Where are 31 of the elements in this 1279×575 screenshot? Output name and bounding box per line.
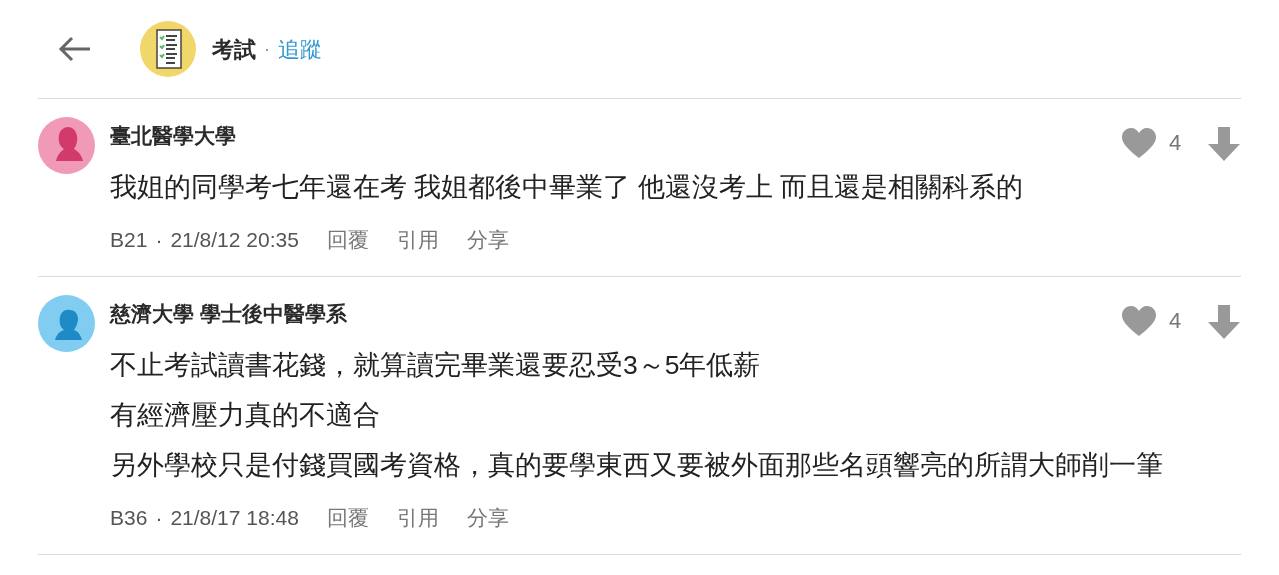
- comment-text: 不止考試讀書花錢，就算讀完畢業還要忍受3～5年低薪: [110, 349, 762, 382]
- action-link[interactable]: 回覆: [326, 220, 369, 260]
- like-count: 4: [1167, 129, 1183, 157]
- comment-text: 有經濟壓力真的不適合: [110, 399, 381, 432]
- avatar-icon[interactable]: [38, 295, 95, 352]
- heart-icon[interactable]: [1121, 305, 1157, 337]
- action-link[interactable]: 引用: [396, 498, 439, 538]
- post-time: 21/8/12 20:35: [170, 227, 299, 253]
- action-link[interactable]: 分享: [466, 498, 509, 538]
- action-link[interactable]: 回覆: [326, 498, 369, 538]
- checklist-icon: [140, 21, 196, 77]
- like-count: 4: [1167, 307, 1183, 335]
- floor-number: B21: [110, 227, 148, 253]
- separator-dot: ·: [155, 505, 163, 531]
- comment-text: 另外學校只是付錢買國考資格，真的要學東西又要被外面那些名頭響亮的所謂大師削一筆: [110, 449, 1164, 482]
- back-icon[interactable]: [58, 36, 92, 62]
- action-link[interactable]: 分享: [466, 220, 509, 260]
- floor-number: B36: [110, 505, 148, 531]
- follow-link[interactable]: 追蹤: [278, 32, 322, 66]
- separator-dot: ·: [264, 37, 270, 61]
- comment-text: 我姐的同學考七年還在考 我姐都後中畢業了 他還沒考上 而且還是相關科系的: [110, 171, 1025, 204]
- author-name[interactable]: 慈濟大學 學士後中醫學系: [110, 299, 1121, 329]
- avatar-icon[interactable]: [38, 117, 95, 174]
- action-link[interactable]: 引用: [396, 220, 439, 260]
- author-name[interactable]: 臺北醫學大學: [110, 121, 1121, 151]
- heart-icon[interactable]: [1121, 127, 1157, 159]
- down-arrow-icon[interactable]: [1207, 126, 1241, 162]
- separator-dot: ·: [155, 227, 163, 253]
- post-time: 21/8/17 18:48: [170, 505, 299, 531]
- board-title[interactable]: 考試: [212, 32, 256, 66]
- down-arrow-icon[interactable]: [1207, 304, 1241, 340]
